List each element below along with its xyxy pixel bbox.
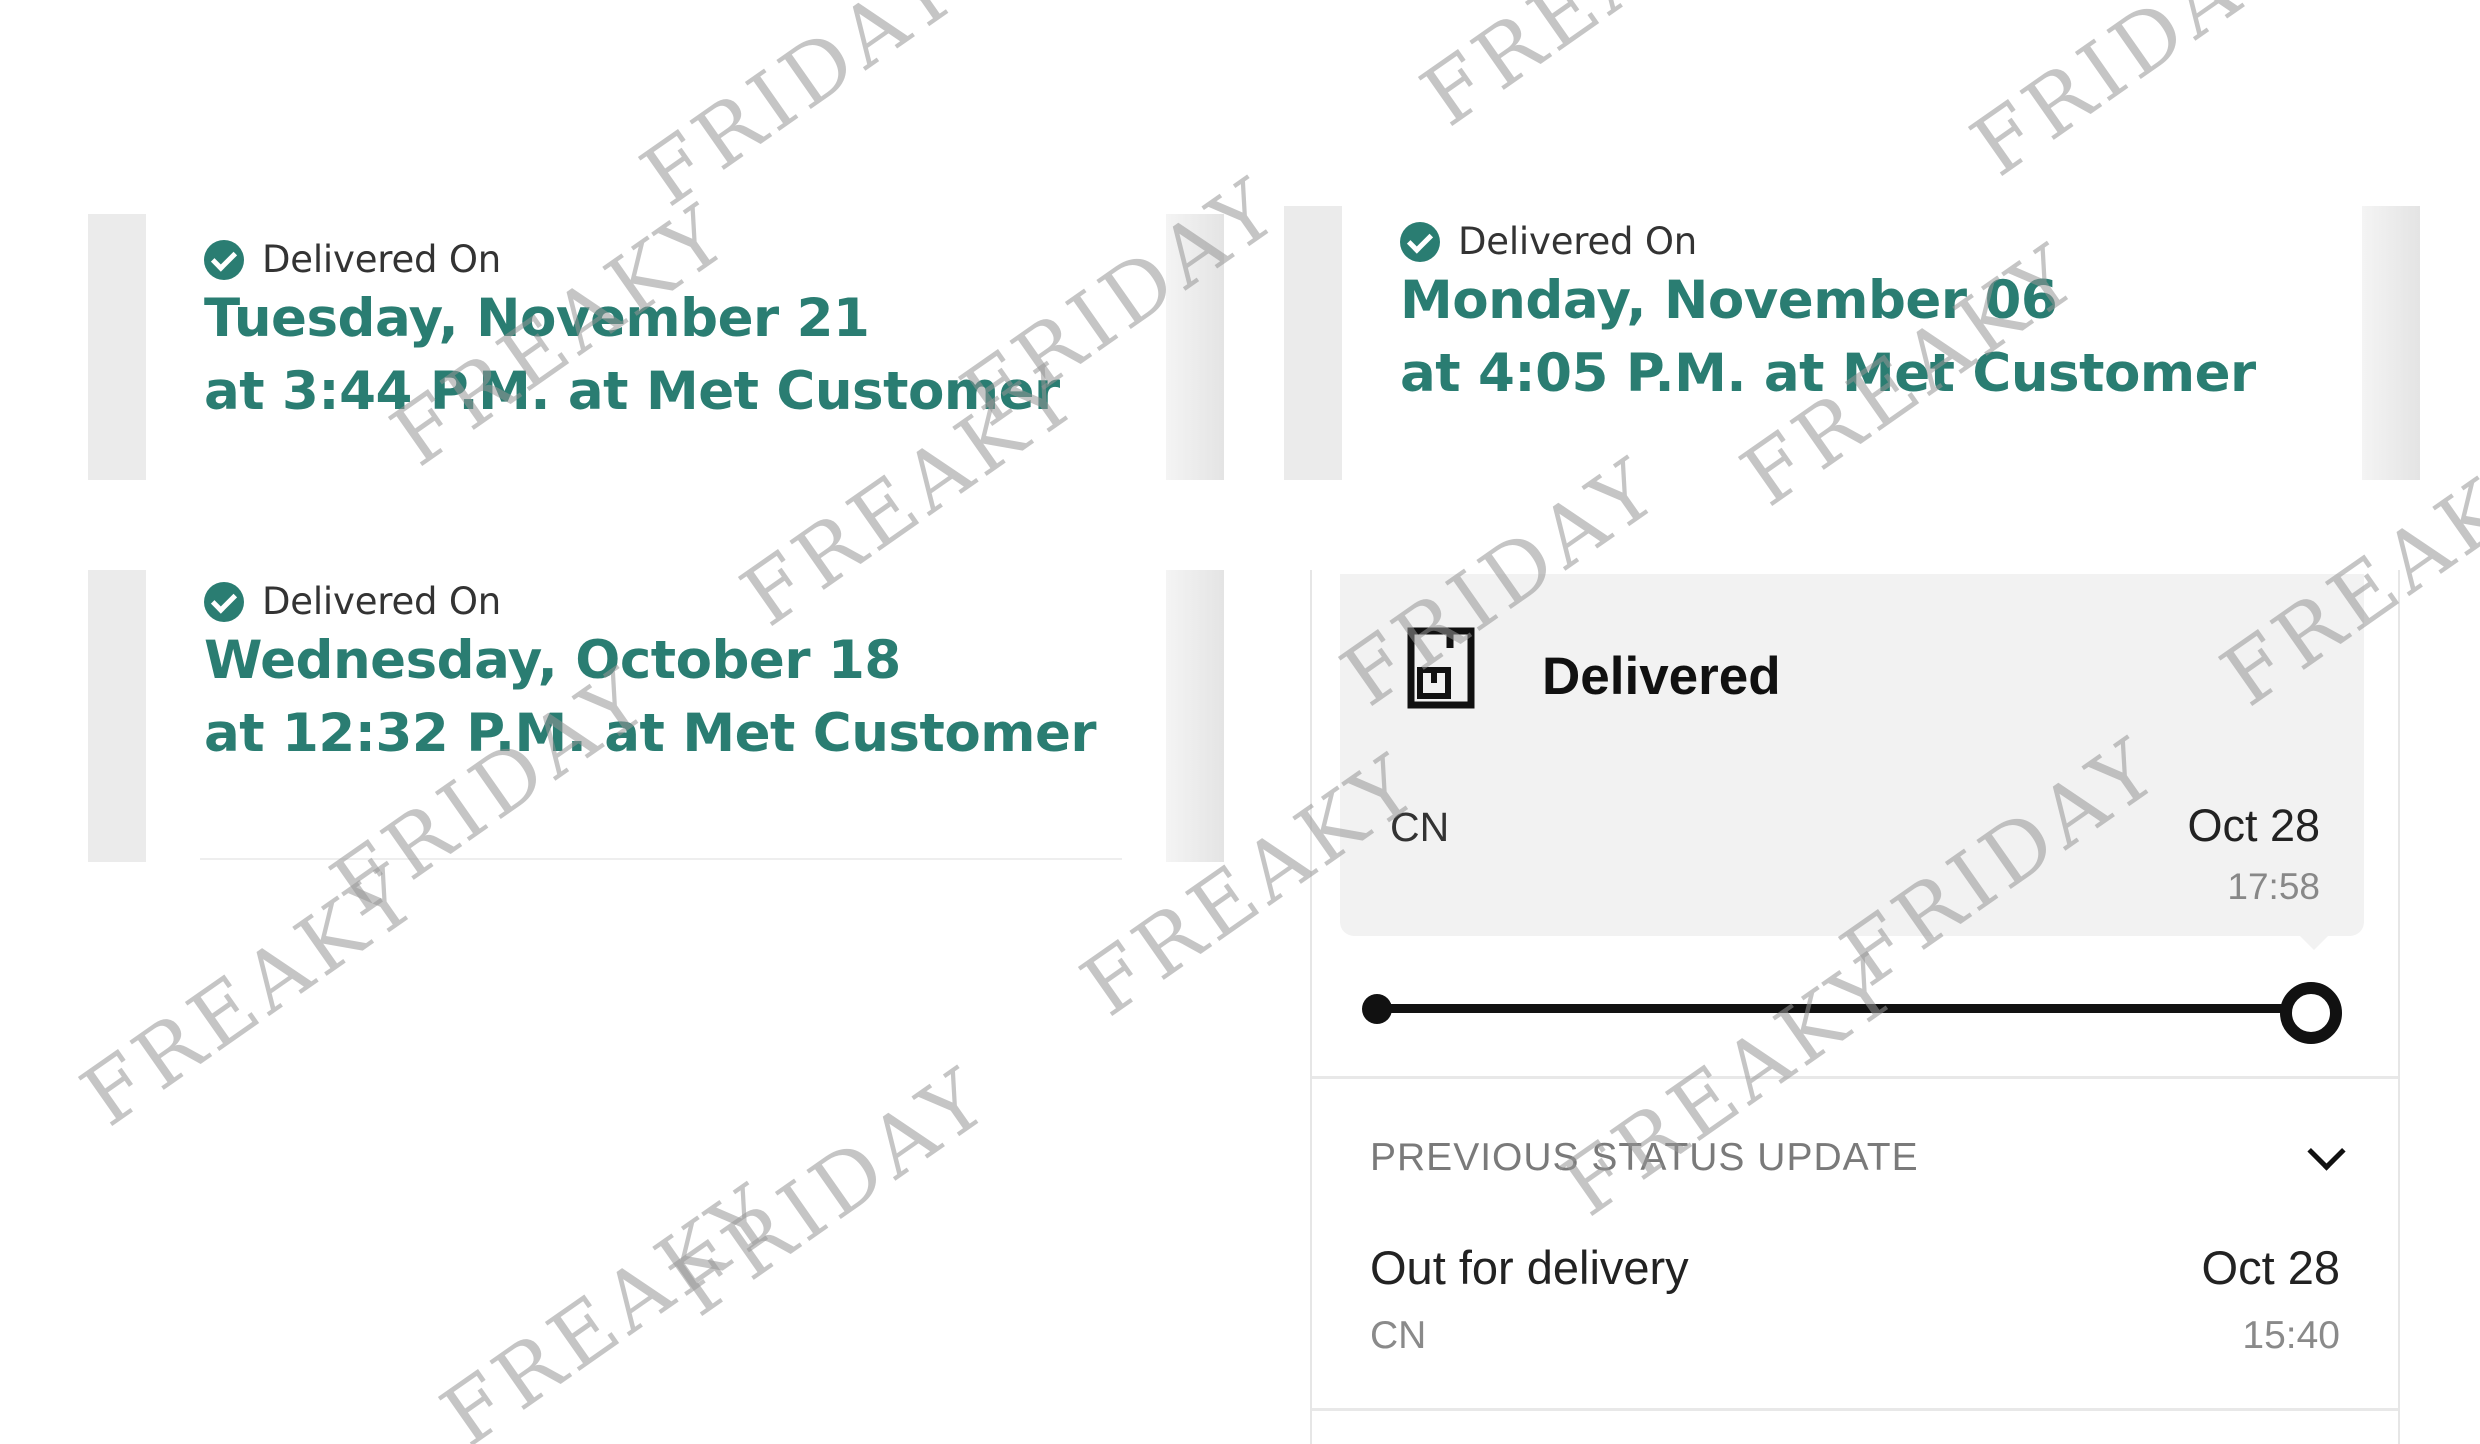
status-title: Delivered — [1542, 647, 1781, 706]
card-right-edge — [1166, 570, 1224, 862]
watermark-text: FRIDAY — [625, 0, 978, 225]
card-divider — [200, 858, 1122, 860]
delivered-on-label: Delivered On — [1458, 220, 1698, 263]
chevron-down-icon[interactable] — [2307, 1132, 2346, 1171]
previous-status-header[interactable]: PREVIOUS STATUS UPDATE — [1370, 1136, 1919, 1180]
status-time: 17:58 — [2227, 866, 2320, 907]
panel-bottom-divider — [1312, 1408, 2398, 1411]
check-circle-icon — [204, 239, 244, 280]
delivered-label-row: Delivered On — [204, 238, 501, 281]
panel-divider — [1312, 1076, 2398, 1079]
previous-event-date: Oct 28 — [2201, 1241, 2340, 1294]
check-circle-icon — [204, 581, 244, 622]
delivery-time: at 3:44 P.M. at Met Customer — [204, 361, 1060, 422]
delivery-time: at 12:32 P.M. at Met Customer — [204, 703, 1097, 764]
delivery-date: Tuesday, November 21 — [204, 288, 870, 349]
status-location: CN — [1390, 804, 1450, 850]
package-box-icon — [1407, 627, 1475, 709]
delivery-card: Delivered On Monday, November 06 at 4:05… — [1284, 206, 2420, 480]
delivery-date: Wednesday, October 18 — [204, 630, 901, 691]
delivery-time: at 4:05 P.M. at Met Customer — [1400, 343, 2256, 404]
watermark-text: FREAKY — [65, 845, 437, 1145]
previous-event-title: Out for delivery — [1370, 1241, 1689, 1294]
card-left-edge — [88, 570, 146, 862]
delivered-on-label: Delivered On — [262, 238, 502, 281]
check-circle-icon — [1400, 221, 1440, 262]
tracking-panel: Delivered CN Oct 28 17:58 PREVIOUS STATU… — [1310, 570, 2400, 1444]
card-right-edge — [2362, 206, 2420, 480]
card-right-edge — [1166, 214, 1224, 480]
delivery-date: Monday, November 06 — [1400, 270, 2058, 331]
watermark-text: FREAKY — [425, 1165, 797, 1444]
watermark-text: FRIDAY — [655, 1049, 1008, 1335]
delivery-card: Delivered On Tuesday, November 21 at 3:4… — [88, 214, 1224, 480]
watermark-text: FREAKY — [1406, 0, 1777, 145]
card-left-edge — [88, 214, 146, 480]
watermark-text: FRIDAY — [1955, 0, 2308, 195]
previous-event-time: 15:40 — [2242, 1314, 2340, 1357]
progress-start-dot — [1362, 994, 1392, 1024]
current-status-box: Delivered CN Oct 28 17:58 — [1340, 574, 2364, 950]
delivered-on-label: Delivered On — [262, 580, 502, 623]
delivered-label-row: Delivered On — [204, 580, 501, 623]
card-left-edge — [1284, 206, 1342, 480]
progress-end-marker — [2280, 982, 2342, 1044]
delivery-card: Delivered On Wednesday, October 18 at 12… — [88, 570, 1224, 862]
progress-line — [1376, 1004, 2312, 1013]
status-date: Oct 28 — [2187, 800, 2320, 851]
previous-event-location: CN — [1370, 1314, 1427, 1357]
progress-track — [1362, 978, 2342, 1044]
delivered-label-row: Delivered On — [1400, 220, 1697, 263]
